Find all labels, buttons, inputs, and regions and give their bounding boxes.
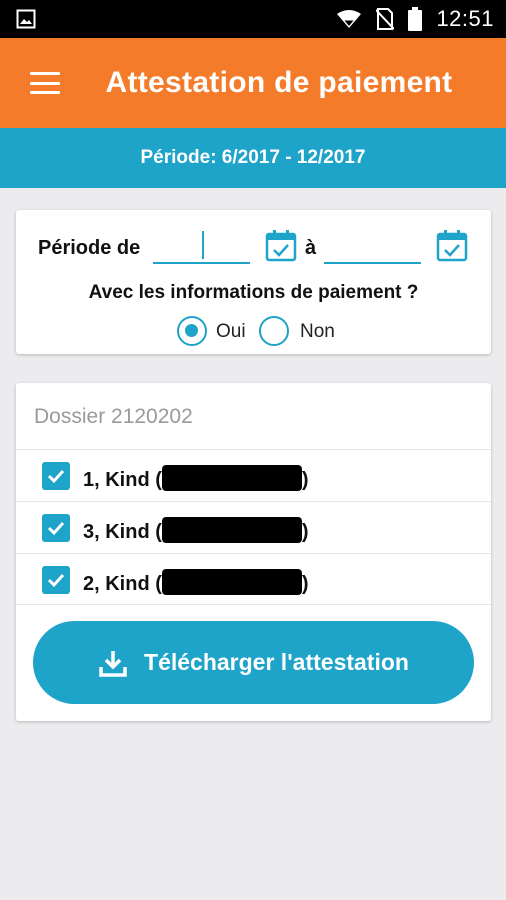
download-attestation-button[interactable]: Télécharger l'attestation [33, 621, 474, 704]
download-icon [99, 650, 127, 677]
download-button-label: Télécharger l'attestation [144, 649, 409, 675]
redacted-name [161, 517, 302, 543]
calendar-from-icon[interactable] [264, 229, 298, 263]
list-item[interactable]: 1, Kind () [16, 449, 491, 501]
checkmark-icon [47, 521, 65, 536]
checkmark-icon [47, 469, 65, 484]
period-to-label: à [305, 237, 317, 259]
period-from-label: Période de [38, 237, 141, 259]
payment-info-question: Avec les informations de paiement ? [88, 282, 419, 303]
radio-oui-label[interactable]: Oui [216, 321, 246, 343]
radio-non[interactable] [259, 316, 289, 346]
dossier-title: Dossier 2120202 [34, 405, 193, 428]
child-label: 2, Kind () [83, 569, 309, 596]
period-to-input[interactable] [324, 228, 421, 264]
list-item[interactable]: 2, Kind () [16, 553, 491, 605]
radio-oui[interactable] [177, 316, 207, 346]
gallery-notification-icon [16, 9, 36, 29]
child-label: 3, Kind () [83, 517, 309, 544]
child-checkbox[interactable] [42, 514, 70, 542]
payment-info-radio-group: Oui Non [16, 314, 491, 348]
status-bar: 12:51 [0, 0, 506, 38]
child-checkbox[interactable] [42, 462, 70, 490]
period-banner: Période: 6/2017 - 12/2017 [0, 128, 506, 188]
period-row: Période de à [16, 228, 491, 268]
child-checkbox[interactable] [42, 566, 70, 594]
no-sim-icon [376, 8, 395, 30]
list-item[interactable]: 3, Kind () [16, 501, 491, 553]
checkmark-icon [47, 573, 65, 588]
redacted-name [161, 569, 302, 595]
page-title: Attestation de paiement [105, 66, 453, 99]
app-bar: Attestation de paiement [0, 38, 506, 128]
radio-non-label[interactable]: Non [300, 321, 335, 343]
child-list: 1, Kind () 3, Kind () 2, Kind () [16, 449, 491, 605]
wifi-icon [337, 10, 362, 28]
calendar-to-icon[interactable] [435, 229, 469, 263]
battery-icon [408, 7, 423, 31]
filter-card: Période de à Avec les informations de pa… [16, 210, 491, 354]
status-time: 12:51 [436, 6, 494, 31]
child-label: 1, Kind () [83, 465, 309, 492]
text-cursor [202, 231, 204, 259]
redacted-name [161, 465, 302, 491]
dossier-card: Dossier 2120202 1, Kind () 3, Kind () 2,… [16, 383, 491, 721]
